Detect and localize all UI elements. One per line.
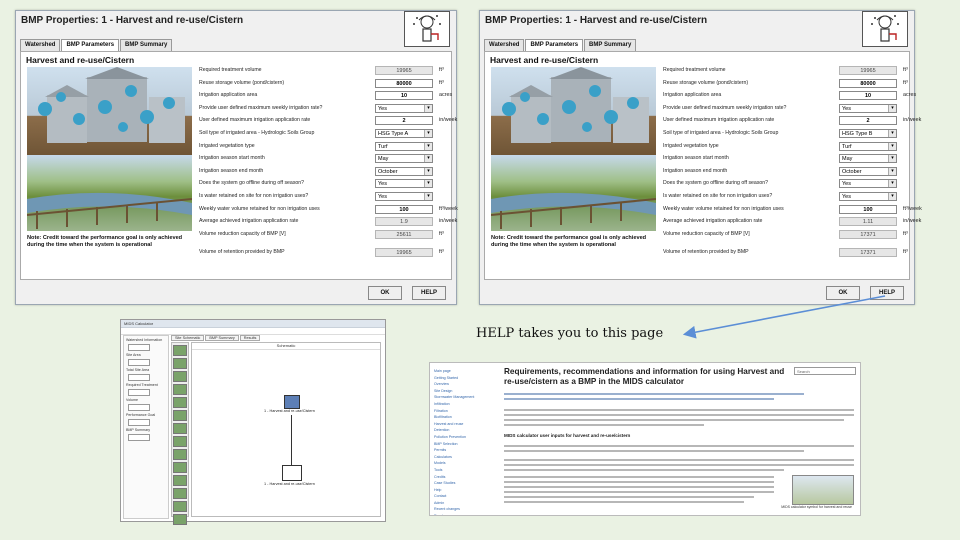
tab-results[interactable]: Results — [239, 335, 261, 341]
help-caption: HELP takes you to this page — [476, 326, 664, 341]
connector-line — [291, 415, 292, 467]
body-text — [504, 491, 774, 493]
calculator-symbol-image — [792, 475, 854, 505]
node-label: 1 - Harvest and re-use/Cistern — [264, 482, 315, 486]
nav-link[interactable]: Contact — [434, 493, 494, 500]
body-text — [504, 459, 854, 461]
body-text — [504, 409, 854, 411]
nav-link[interactable]: Credits — [434, 474, 494, 481]
side-input[interactable] — [128, 359, 150, 366]
nav-link[interactable]: Getting Started — [434, 375, 494, 382]
nav-link[interactable]: Biofiltration — [434, 414, 494, 421]
nav-link[interactable]: Filtration — [434, 408, 494, 415]
side-input[interactable] — [128, 419, 150, 426]
schematic-canvas: Schematic 1 - Harvest and re-use/Cistern… — [191, 342, 381, 517]
bmp-tool-icon[interactable] — [173, 423, 187, 434]
nav-link[interactable]: Permits — [434, 447, 494, 454]
nav-link[interactable]: Overview — [434, 381, 494, 388]
body-text — [504, 469, 784, 471]
bmp-tool-icon[interactable] — [173, 436, 187, 447]
bmp-tool-icon[interactable] — [173, 358, 187, 369]
side-label: BMP Summary — [126, 428, 151, 432]
body-text — [504, 496, 754, 498]
breadcrumb[interactable] — [504, 398, 774, 400]
nav-link[interactable]: Calculators — [434, 454, 494, 461]
nav-link[interactable]: Case Studies — [434, 480, 494, 487]
canvas-title: Schematic — [192, 343, 380, 350]
side-input[interactable] — [128, 374, 150, 381]
body-text — [504, 424, 704, 426]
nav-link[interactable]: Help — [434, 487, 494, 494]
bmp-tool-icon[interactable] — [173, 410, 187, 421]
side-label: Performance Goal — [126, 413, 156, 417]
nav-link[interactable]: Admin — [434, 500, 494, 507]
breadcrumb[interactable] — [504, 393, 804, 395]
body-text — [504, 476, 774, 478]
figure-caption: MIDS calculator symbol for harvest and r… — [781, 505, 852, 509]
bmp-tool-icon[interactable] — [173, 371, 187, 382]
bmp-tool-icon[interactable] — [173, 501, 187, 512]
body-text — [504, 464, 854, 466]
bmp-tool-icon[interactable] — [173, 462, 187, 473]
bmp-tool-icon[interactable] — [173, 488, 187, 499]
app-side-panel: Watershed Information Site Area Total Si… — [123, 335, 169, 519]
nav-link[interactable]: Pollution Prevention — [434, 434, 494, 441]
nav-link[interactable]: Random page — [434, 513, 494, 515]
node-label: 1 - Harvest and re-use/Cistern — [264, 409, 315, 413]
mids-calculator-window: MIDS Calculator Watershed Information Si… — [120, 319, 386, 525]
side-label: Site Area — [126, 353, 141, 357]
bmp-tool-icon[interactable] — [173, 397, 187, 408]
wiki-sidebar: Main page Getting Started Overview Site Des… — [434, 368, 494, 515]
side-label: Required Treatment — [126, 383, 158, 387]
nav-link[interactable]: Tools — [434, 467, 494, 474]
app-title: MIDS Calculator — [121, 320, 385, 328]
nav-link[interactable]: Recent changes — [434, 506, 494, 513]
bmp-tool-icon[interactable] — [173, 384, 187, 395]
bmp-tool-icon[interactable] — [173, 475, 187, 486]
bmp-tool-icon[interactable] — [173, 514, 187, 525]
nav-link[interactable]: BMP Selection — [434, 441, 494, 448]
body-text — [504, 414, 854, 416]
side-label: Volume — [126, 398, 138, 402]
app-menu-bar — [121, 328, 385, 335]
nav-link[interactable]: Stormwater Management — [434, 394, 494, 401]
side-input[interactable] — [128, 344, 150, 351]
watershed-node[interactable] — [284, 395, 300, 409]
section-heading: MIDS calculator user inputs for harvest … — [504, 433, 631, 438]
body-text — [504, 481, 774, 483]
help-page-title: Requirements, recommendations and inform… — [504, 367, 785, 386]
nav-link[interactable]: Infiltration — [434, 401, 494, 408]
side-label: Watershed Information — [126, 338, 163, 342]
tab-site-schematic[interactable]: Site Schematic — [171, 335, 205, 341]
nav-link[interactable]: Harvest and reuse — [434, 421, 494, 428]
body-text — [504, 501, 744, 503]
nav-link[interactable]: Detention — [434, 427, 494, 434]
body-text — [504, 450, 804, 452]
bmp-palette — [171, 342, 189, 525]
search-input[interactable]: Search — [794, 367, 856, 375]
nav-link[interactable]: Main page — [434, 368, 494, 375]
app-tabs: Site Schematic BMP Summary Results — [171, 335, 261, 341]
side-input[interactable] — [128, 434, 150, 441]
body-text — [504, 419, 844, 421]
side-input[interactable] — [128, 389, 150, 396]
body-text — [504, 486, 774, 488]
nav-link[interactable]: Models — [434, 460, 494, 467]
help-web-page: Main page Getting Started Overview Site Des… — [429, 362, 861, 516]
bmp-tool-icon[interactable] — [173, 345, 187, 356]
side-label: Total Site Area — [126, 368, 150, 372]
side-input[interactable] — [128, 404, 150, 411]
tab-bmp-summary[interactable]: BMP Summary — [205, 335, 239, 341]
nav-link[interactable]: Site Design — [434, 388, 494, 395]
body-text — [504, 445, 854, 447]
cistern-node[interactable] — [282, 465, 302, 481]
bmp-tool-icon[interactable] — [173, 449, 187, 460]
